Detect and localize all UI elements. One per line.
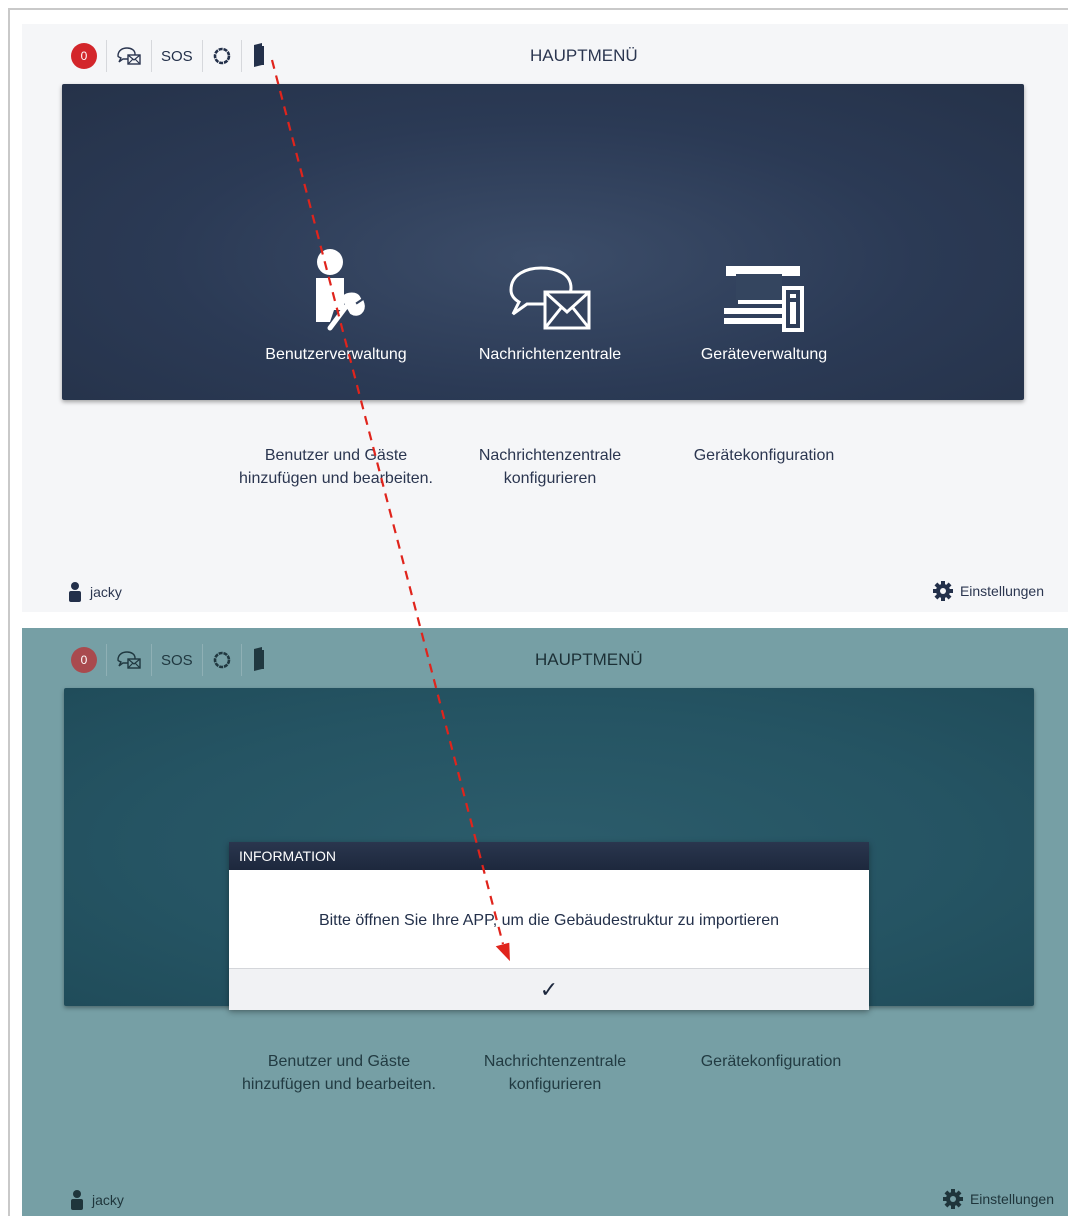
page-title: HAUPTMENÜ — [535, 650, 643, 669]
tile-description-message-center: Nachrichtenzentrale konfigurieren — [483, 1053, 627, 1093]
ring-icon — [213, 47, 230, 65]
sos-button[interactable]: SOS — [152, 40, 203, 72]
tile-device-management[interactable]: Geräteverwaltung — [664, 234, 864, 364]
notification-count-badge: 0 — [71, 647, 97, 673]
message-envelope-icon — [117, 651, 141, 669]
status-ring-button[interactable] — [203, 644, 242, 676]
messages-button[interactable] — [107, 644, 152, 676]
tile-description-user-management: Benutzer und Gäste hinzufügen und bearbe… — [242, 1053, 436, 1093]
device-management-icon — [724, 266, 804, 332]
tile-user-management[interactable]: Benutzerverwaltung — [236, 234, 436, 364]
door-button[interactable] — [242, 644, 276, 676]
confirm-button[interactable]: ✓ — [229, 968, 869, 1010]
tile-description-device-management: Gerätekonfiguration — [700, 1053, 842, 1070]
tile-description-device-management: Gerätekonfiguration — [693, 447, 835, 464]
sos-button[interactable]: SOS — [152, 644, 203, 676]
main-menu-screen: 0 SOS HAUPTMENÜ Benutzerverwaltung Nachr… — [22, 24, 1068, 612]
user-icon — [69, 582, 81, 602]
settings-button[interactable]: Einstellungen — [942, 1188, 1054, 1210]
toolbar: 0 SOS — [62, 40, 276, 72]
notification-badge-button[interactable]: 0 — [62, 40, 107, 72]
messages-button[interactable] — [107, 40, 152, 72]
tile-description-user-management: Benutzer und Gäste hinzufügen und bearbe… — [239, 447, 433, 487]
door-button[interactable] — [242, 40, 276, 72]
tile-label: Geräteverwaltung — [700, 346, 828, 363]
tile-label: Benutzerverwaltung — [265, 346, 407, 363]
settings-button[interactable]: Einstellungen — [932, 580, 1044, 602]
settings-label: Einstellungen — [959, 583, 1044, 599]
settings-label: Einstellungen — [969, 1191, 1054, 1207]
ring-icon — [213, 651, 230, 669]
status-ring-button[interactable] — [203, 40, 242, 72]
gear-icon — [942, 1189, 963, 1209]
door-icon — [253, 647, 264, 671]
user-wrench-icon — [316, 249, 365, 331]
tile-description-message-center: Nachrichtenzentrale konfigurieren — [478, 447, 622, 487]
checkmark-icon: ✓ — [539, 976, 559, 1002]
sos-label: SOS — [161, 651, 193, 669]
toolbar: 0 SOS — [62, 644, 276, 676]
tile-label: Nachrichtenzentrale — [478, 346, 622, 363]
user-icon — [71, 1190, 83, 1210]
dialog-message: Bitte öffnen Sie Ihre APP, um die Gebäud… — [229, 870, 869, 968]
notification-badge-button[interactable]: 0 — [62, 644, 107, 676]
main-menu-screen-with-dialog: 0 SOS HAUPTMENÜ Benutzer und Gäste hinzu — [22, 628, 1068, 1216]
notification-count-badge: 0 — [71, 43, 97, 69]
current-user[interactable]: jacky — [70, 1190, 124, 1210]
username-label: jacky — [90, 584, 122, 600]
message-envelope-icon — [509, 266, 591, 330]
gear-icon — [932, 581, 953, 601]
page-title: HAUPTMENÜ — [530, 46, 638, 65]
dialog-title: INFORMATION — [229, 842, 869, 870]
door-icon — [253, 43, 264, 67]
message-envelope-icon — [117, 47, 141, 65]
tile-message-center[interactable]: Nachrichtenzentrale — [450, 234, 650, 364]
current-user[interactable]: jacky — [68, 582, 122, 602]
information-dialog: INFORMATION Bitte öffnen Sie Ihre APP, u… — [229, 842, 869, 1010]
sos-label: SOS — [161, 47, 193, 65]
dashboard-panel: Benutzerverwaltung Nachrichtenzentrale G… — [62, 84, 1024, 400]
username-label: jacky — [92, 1192, 124, 1208]
